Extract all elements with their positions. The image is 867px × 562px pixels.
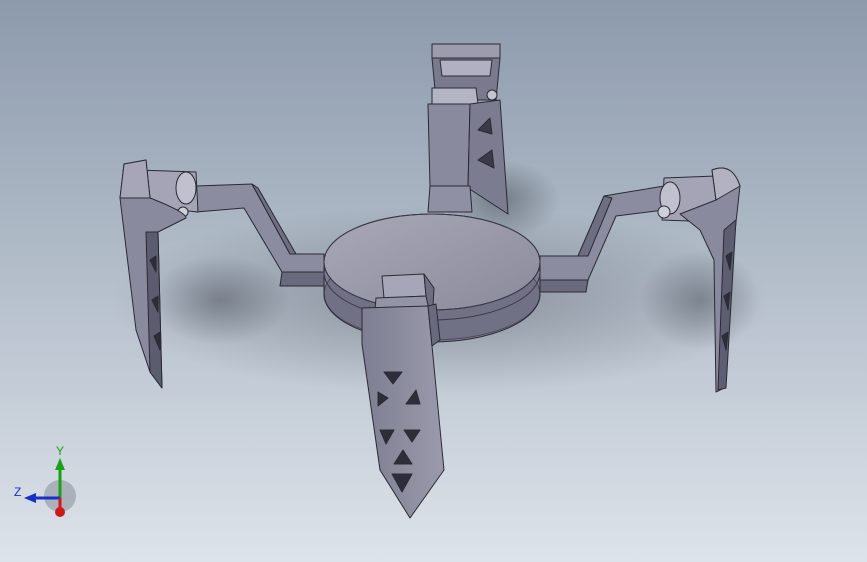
- back-leg[interactable]: [427, 43, 509, 215]
- z-axis-label: Z: [14, 485, 21, 499]
- model-scene[interactable]: [0, 0, 867, 562]
- y-axis-arrow: [55, 458, 65, 470]
- graphics-viewport[interactable]: Y Z: [0, 0, 867, 562]
- z-axis-arrow: [24, 493, 36, 503]
- view-orientation-triad[interactable]: Y Z: [10, 440, 90, 530]
- y-axis-label: Y: [56, 444, 64, 458]
- x-axis-dot: [55, 507, 65, 517]
